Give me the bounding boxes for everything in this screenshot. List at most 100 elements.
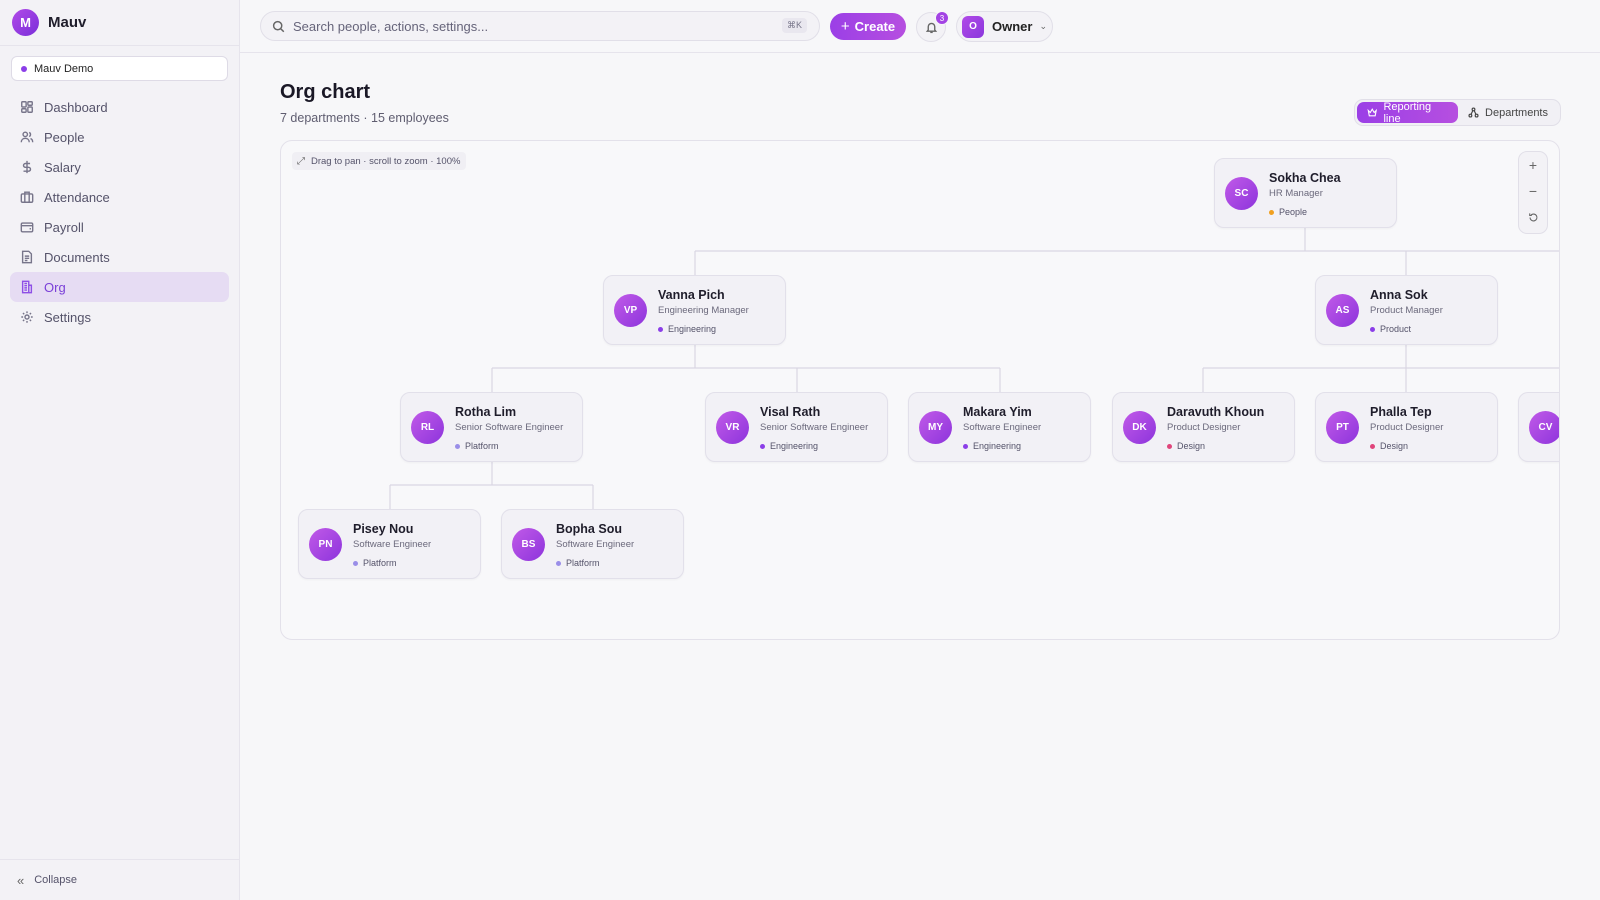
brand-name: Mauv [48, 14, 87, 31]
employee-role: Senior Software Engineer [455, 422, 564, 433]
department-dot [963, 443, 968, 449]
employee-card[interactable]: PT Phalla Tep Product Designer Design [1315, 392, 1498, 462]
view-toggle: Reporting line Departments [1354, 99, 1561, 126]
create-label: Create [854, 19, 896, 34]
employee-name: Bopha Sou [556, 522, 622, 536]
department-dot [353, 560, 358, 566]
workspace-switcher[interactable]: Mauv Demo [11, 56, 228, 81]
wallet-icon [20, 222, 34, 233]
avatar: RL [411, 411, 444, 444]
zoom-out-button[interactable]: − [1519, 178, 1547, 204]
avatar: PT [1326, 411, 1359, 444]
employee-name: Makara Yim [963, 405, 1032, 419]
employee-card[interactable]: PN Pisey Nou Software Engineer Platform [298, 509, 481, 579]
employee-card[interactable]: BS Bopha Sou Software Engineer Platform [501, 509, 684, 579]
employee-card[interactable]: VR Visal Rath Senior Software Engineer E… [705, 392, 888, 462]
department-dot [455, 443, 460, 449]
employee-card[interactable]: RL Rotha Lim Senior Software Engineer Pl… [400, 392, 583, 462]
zoom-in-button[interactable]: + [1519, 152, 1547, 178]
sidebar-item-label: Payroll [44, 219, 84, 235]
sidebar-item-org[interactable]: Org [10, 272, 229, 302]
workspace-name: Mauv Demo [34, 62, 94, 75]
sidebar-item-attendance[interactable]: Attendance [10, 182, 229, 212]
tab-departments[interactable]: Departments [1458, 102, 1558, 123]
people-icon [20, 131, 34, 143]
department-name: Engineering [770, 441, 819, 451]
employee-card[interactable]: CV [1518, 392, 1559, 462]
employee-role: Product Manager [1370, 305, 1443, 316]
avatar: VP [614, 294, 647, 327]
department-badge: Platform [556, 558, 600, 568]
sidebar-item-settings[interactable]: Settings [10, 302, 229, 332]
employee-name: Phalla Tep [1370, 405, 1432, 419]
topbar: ⌘K + Create 3 O Owner ⌄ [240, 0, 1600, 53]
reset-zoom-button[interactable] [1519, 204, 1547, 230]
department-badge: Design [1167, 441, 1205, 451]
department-name: Platform [363, 558, 397, 568]
department-dot [658, 326, 663, 332]
employee-card[interactable]: SC Sokha Chea HR Manager People [1214, 158, 1397, 228]
employee-card[interactable]: MY Makara Yim Software Engineer Engineer… [908, 392, 1091, 462]
plus-icon: + [1528, 157, 1538, 173]
department-name: Design [1380, 441, 1409, 451]
page-subtitle: 7 departments · 15 employees [280, 111, 449, 125]
org-chart-canvas[interactable]: ⤢ Drag to pan · scroll to zoom · 100% SC… [280, 140, 1560, 640]
sidebar-item-people[interactable]: People [10, 122, 229, 152]
sidebar-item-label: People [44, 129, 85, 145]
page-title: Org chart [280, 81, 371, 103]
sidebar-item-payroll[interactable]: Payroll [10, 212, 229, 242]
employee-card[interactable]: DK Daravuth Khoun Product Designer Desig… [1112, 392, 1295, 462]
employee-card[interactable]: AS Anna Sok Product Manager Product [1315, 275, 1498, 345]
avatar: SC [1225, 177, 1258, 210]
dashboard-icon [21, 101, 33, 113]
collapse-label: Collapse [34, 874, 78, 886]
sidebar-item-label: Dashboard [44, 99, 108, 115]
department-badge: Platform [353, 558, 397, 568]
employee-role: Software Engineer [556, 539, 635, 550]
employee-role: Engineering Manager [658, 305, 749, 316]
employee-role: Senior Software Engineer [760, 422, 869, 433]
create-button[interactable]: + Create [830, 13, 906, 40]
department-badge: Platform [455, 441, 499, 451]
canvas-hint: ⤢ Drag to pan · scroll to zoom · 100% [292, 152, 467, 170]
department-name: Platform [566, 558, 600, 568]
tab-label: Departments [1485, 106, 1548, 119]
employee-name: Vanna Pich [658, 288, 725, 302]
tab-reporting-line[interactable]: Reporting line [1357, 100, 1459, 125]
tab-label: Reporting line [1383, 100, 1432, 125]
employee-role: HR Manager [1269, 188, 1323, 199]
sidebar-item-label: Org [44, 279, 66, 295]
sidebar-item-label: Attendance [44, 189, 110, 205]
search-bar[interactable]: ⌘K [260, 11, 820, 41]
sidebar-item-dashboard[interactable]: Dashboard [10, 92, 229, 122]
department-badge: Engineering [963, 441, 1021, 451]
expand-icon: ⤢ [297, 155, 305, 167]
employee-card[interactable]: VP Vanna Pich Engineering Manager Engine… [603, 275, 786, 345]
avatar: DK [1123, 411, 1156, 444]
employee-name: Anna Sok [1370, 288, 1428, 302]
search-input[interactable] [293, 18, 763, 34]
user-menu[interactable]: O Owner ⌄ [956, 11, 1053, 42]
notifications-button[interactable]: 3 [916, 11, 949, 42]
sidebar-item-salary[interactable]: Salary [10, 152, 229, 182]
sidebar-item-label: Settings [44, 309, 91, 325]
avatar: AS [1326, 294, 1359, 327]
gear-icon [21, 311, 33, 323]
bell-icon [925, 22, 937, 33]
sidebar-item-label: Documents [44, 249, 110, 265]
sidebar-item-documents[interactable]: Documents [10, 242, 229, 272]
sidebar: M Mauv Mauv Demo Dashboard People Salary… [0, 0, 240, 900]
workspace-dot [21, 65, 27, 72]
avatar: PN [309, 528, 342, 561]
collapse-button[interactable]: « Collapse [0, 859, 239, 900]
document-icon [21, 250, 33, 264]
employee-role: Software Engineer [963, 422, 1042, 433]
department-name: People [1279, 207, 1308, 217]
canvas-hint-text: Drag to pan · scroll to zoom · 100% [311, 155, 461, 167]
department-name: Design [1177, 441, 1206, 451]
employee-name: Rotha Lim [455, 405, 517, 419]
notification-badge: 3 [935, 11, 949, 25]
employee-name: Sokha Chea [1269, 171, 1341, 185]
crown-icon [1367, 108, 1378, 117]
brand[interactable]: M Mauv [0, 0, 239, 46]
